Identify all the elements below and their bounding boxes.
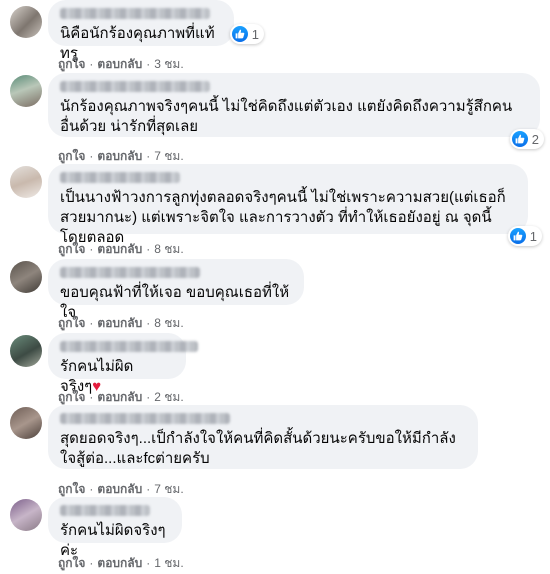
reply-button[interactable]: ตอบกลับ bbox=[97, 316, 142, 330]
timestamp[interactable]: 1 ชม. bbox=[154, 556, 183, 570]
timestamp[interactable]: 2 ชม. bbox=[154, 390, 183, 404]
like-button[interactable]: ถูกใจ bbox=[58, 482, 85, 496]
avatar[interactable] bbox=[10, 261, 42, 293]
timestamp[interactable]: 8 ชม. bbox=[154, 316, 183, 330]
avatar[interactable] bbox=[10, 75, 42, 107]
timestamp[interactable]: 7 ชม. bbox=[154, 149, 183, 163]
comment-bubble: รักคนไม่ผิดจริงๆ♥ bbox=[48, 333, 198, 395]
like-button[interactable]: ถูกใจ bbox=[58, 556, 85, 570]
avatar[interactable] bbox=[10, 335, 42, 367]
like-button[interactable]: ถูกใจ bbox=[58, 316, 85, 330]
commenter-name[interactable] bbox=[60, 172, 180, 183]
comment-text: สุดยอดจริงๆ...เป็กำลังใจให้คนที่คิดสั้นด… bbox=[60, 430, 456, 467]
reaction-count[interactable]: 1 bbox=[229, 24, 264, 44]
comment-text: เป็นนางฟ้าวงการลูกทุ่งตลอดจริงๆคนนี้ ไม่… bbox=[60, 189, 506, 246]
reply-button[interactable]: ตอบกลับ bbox=[97, 556, 142, 570]
like-icon bbox=[509, 228, 526, 244]
comment-bubble: ขอบคุณฟ้าที่ให้เจอ ขอบคุณเธอที่ให้ใจ bbox=[48, 259, 304, 321]
reaction-count[interactable]: 2 bbox=[509, 129, 544, 149]
avatar[interactable] bbox=[10, 407, 42, 439]
commenter-name[interactable] bbox=[60, 413, 230, 424]
comment-text: นักร้องคุณภาพจริงๆคนนี้ ไม่ใช่คิดถึงแต่ต… bbox=[60, 98, 513, 135]
timestamp[interactable]: 3 ชม. bbox=[154, 57, 183, 71]
commenter-name[interactable] bbox=[60, 81, 210, 92]
comment-bubble: รักคนไม่ผิดจริงๆค่ะ bbox=[48, 497, 182, 559]
comment-bubble: เป็นนางฟ้าวงการลูกทุ่งตลอดจริงๆคนนี้ ไม่… bbox=[48, 164, 542, 246]
like-button[interactable]: ถูกใจ bbox=[58, 390, 85, 404]
reply-button[interactable]: ตอบกลับ bbox=[97, 390, 142, 404]
comment-bubble: สุดยอดจริงๆ...เป็กำลังใจให้คนที่คิดสั้นด… bbox=[48, 405, 478, 469]
commenter-name[interactable] bbox=[60, 505, 150, 516]
reply-button[interactable]: ตอบกลับ bbox=[97, 242, 142, 256]
comment-actions: ถูกใจ · ตอบกลับ · 1 ชม. bbox=[58, 556, 184, 570]
timestamp[interactable]: 7 ชม. bbox=[154, 482, 183, 496]
comment-actions: ถูกใจ · ตอบกลับ · 3 ชม. bbox=[58, 57, 184, 71]
like-button[interactable]: ถูกใจ bbox=[58, 242, 85, 256]
like-button[interactable]: ถูกใจ bbox=[58, 149, 85, 163]
like-icon bbox=[231, 26, 248, 42]
comment-actions: ถูกใจ · ตอบกลับ · 8 ชม. bbox=[58, 242, 184, 256]
reply-button[interactable]: ตอบกลับ bbox=[97, 149, 142, 163]
commenter-name[interactable] bbox=[60, 8, 210, 19]
reply-button[interactable]: ตอบกลับ bbox=[97, 482, 142, 496]
avatar[interactable] bbox=[10, 166, 42, 198]
reaction-count[interactable]: 1 bbox=[507, 226, 542, 246]
reply-button[interactable]: ตอบกลับ bbox=[97, 57, 142, 71]
commenter-name[interactable] bbox=[60, 267, 200, 278]
comment-bubble: นิคือนักร้องคุณภาพที่แท้ทรู 1 bbox=[48, 0, 264, 62]
like-icon bbox=[511, 131, 528, 147]
timestamp[interactable]: 8 ชม. bbox=[154, 242, 183, 256]
comment-bubble: นักร้องคุณภาพจริงๆคนนี้ ไม่ใช่คิดถึงแต่ต… bbox=[48, 73, 544, 149]
avatar[interactable] bbox=[10, 499, 42, 531]
comment-actions: ถูกใจ · ตอบกลับ · 8 ชม. bbox=[58, 316, 184, 330]
avatar[interactable] bbox=[10, 6, 42, 38]
like-button[interactable]: ถูกใจ bbox=[58, 57, 85, 71]
commenter-name[interactable] bbox=[60, 341, 198, 352]
